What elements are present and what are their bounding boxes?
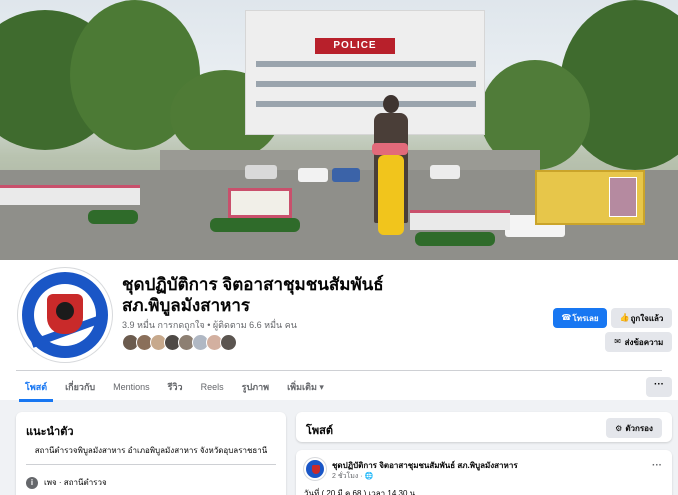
globe-icon: 🌐 xyxy=(364,473,374,480)
message-button-label: ส่งข้อความ xyxy=(624,337,664,347)
info-icon: i xyxy=(26,476,38,489)
category-label: เพจ · สถานีตำรวจ xyxy=(44,478,107,487)
tab-photos[interactable]: รูปภาพ xyxy=(233,372,278,402)
page-tabs: โพสต์ เกี่ยวกับ Mentions รีวิว Reels รูป… xyxy=(16,372,333,402)
more-options-button[interactable]: ··· xyxy=(646,377,672,397)
hedge xyxy=(415,232,495,246)
friend-avatar[interactable] xyxy=(220,334,237,351)
facebook-page: POLICE ชุดปฏิบัติการ จิตอาสาชุมชนสัมพันธ… xyxy=(0,0,678,495)
police-badge-icon xyxy=(47,294,83,334)
statue xyxy=(368,95,414,245)
fence-wall xyxy=(0,185,140,205)
post-timestamp[interactable]: 2 ชั่วโมง · 🌐 xyxy=(332,471,373,482)
police-sign: POLICE xyxy=(315,38,395,54)
banner-portrait xyxy=(609,177,637,217)
message-button[interactable]: ✉ ส่งข้อความ xyxy=(605,332,672,352)
filter-button[interactable]: ⚙ ตัวกรอง xyxy=(606,418,662,438)
page-title-line1: ชุดปฏิบัติการ จิตอาสาชุมชนสัมพันธ์ xyxy=(122,275,384,294)
post-time-label: 2 ชั่วโมง · xyxy=(332,473,365,480)
page-title[interactable]: ชุดปฏิบัติการ จิตอาสาชุมชนสัมพันธ์ สภ.พิ… xyxy=(122,274,452,316)
like-button[interactable]: 👍 ถูกใจแล้ว xyxy=(611,308,672,328)
filter-icon: ⚙ xyxy=(615,423,623,433)
post-text: วันที่ ( 20 มี.ค.68 ) เวลา 14.30 น. xyxy=(304,489,418,495)
like-button-label: ถูกใจแล้ว xyxy=(630,313,664,323)
messenger-icon: ✉ xyxy=(614,337,621,346)
caret-down-icon: ▾ xyxy=(319,382,324,392)
page-avatar[interactable] xyxy=(18,268,112,362)
call-button-label: โทรเลย xyxy=(572,313,599,323)
posts-title: โพสต์ xyxy=(306,425,334,437)
window-row xyxy=(256,81,476,87)
avatar-emblem xyxy=(30,284,100,348)
tab-about[interactable]: เกี่ยวกับ xyxy=(56,372,104,402)
window-row xyxy=(256,101,476,107)
page-title-line2: สภ.พิบูลมังสาหาร xyxy=(122,296,251,315)
tab-mentions[interactable]: Mentions xyxy=(104,372,159,402)
friend-avatars[interactable] xyxy=(122,334,237,351)
phone-icon: ☎ xyxy=(561,313,572,322)
hedge xyxy=(210,218,300,232)
likes-followers-count[interactable]: 3.9 หมื่น การกดถูกใจ • ผู้ติดตาม 6.6 หมื… xyxy=(122,318,297,332)
banner xyxy=(535,170,645,225)
intro-card: แนะนำตัว สถานีตำรวจพิบูลมังสาหาร อำเภอพิ… xyxy=(16,412,286,495)
header-divider xyxy=(16,370,662,371)
station-sign xyxy=(228,188,292,218)
car xyxy=(245,165,277,179)
posts-header-card: โพสต์ ⚙ ตัวกรอง xyxy=(296,412,672,442)
statue-ribbon xyxy=(372,143,408,155)
statue-garland xyxy=(378,155,404,235)
hedge xyxy=(88,210,138,224)
tab-reviews[interactable]: รีวิว xyxy=(159,372,192,402)
tab-posts[interactable]: โพสต์ xyxy=(16,372,56,402)
intro-title: แนะนำตัว xyxy=(26,426,74,438)
category-row: i เพจ · สถานีตำรวจ xyxy=(26,476,107,489)
thumbs-up-icon: 👍 xyxy=(619,313,630,322)
car xyxy=(332,168,360,182)
intro-divider xyxy=(26,464,276,465)
filter-button-label: ตัวกรอง xyxy=(625,423,653,433)
window-row xyxy=(256,61,476,67)
post-author-avatar[interactable] xyxy=(304,458,326,480)
car xyxy=(430,165,460,179)
call-button[interactable]: ☎ โทรเลย xyxy=(553,308,607,328)
post-card: ชุดปฏิบัติการ จิตอาสาชุมชนสัมพันธ์ สภ.พิ… xyxy=(296,450,672,495)
statue-head xyxy=(383,95,399,113)
car xyxy=(298,168,328,182)
cover-photo[interactable]: POLICE xyxy=(0,0,678,260)
tab-more[interactable]: เพิ่มเติม ▾ xyxy=(278,372,333,402)
police-building xyxy=(245,10,485,135)
tab-more-label: เพิ่มเติม xyxy=(287,382,317,392)
post-menu-button[interactable]: ··· xyxy=(652,460,662,471)
intro-description: สถานีตำรวจพิบูลมังสาหาร อำเภอพิบูลมังสาห… xyxy=(34,446,268,455)
fence-wall xyxy=(410,210,510,230)
tab-reels[interactable]: Reels xyxy=(192,372,233,402)
